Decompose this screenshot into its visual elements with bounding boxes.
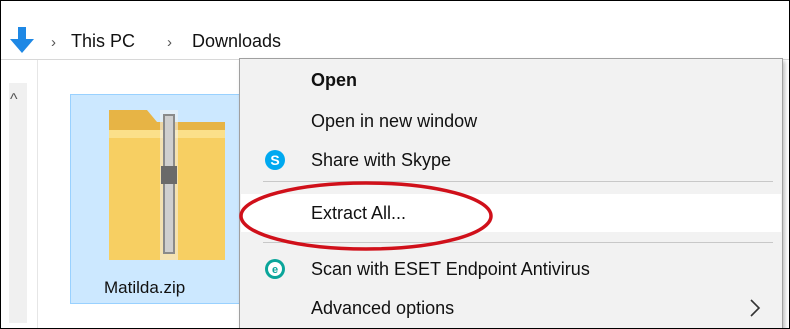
file-name-label: Matilda.zip <box>104 278 186 297</box>
svg-text:e: e <box>272 264 278 276</box>
file-explorer-window: › This PC › Downloads ^ Matilda.zip Open… <box>0 0 790 329</box>
breadcrumb-this-pc[interactable]: This PC <box>71 31 135 52</box>
menu-item-open[interactable]: Open <box>241 61 781 99</box>
svg-text:S: S <box>270 152 279 168</box>
nav-scrollbar[interactable] <box>9 83 27 323</box>
context-menu: Open Open in new window S Share with Sky… <box>239 58 783 328</box>
downloads-arrow-icon[interactable] <box>9 25 35 55</box>
menu-item-label: Share with Skype <box>311 149 452 170</box>
menu-item-label: Extract All... <box>311 202 407 223</box>
zip-folder-icon <box>109 110 225 260</box>
eset-icon: e <box>265 259 285 279</box>
chevron-right-icon <box>750 299 761 317</box>
menu-item-share-skype[interactable]: S Share with Skype <box>241 141 781 179</box>
menu-item-label: Advanced options <box>311 297 455 318</box>
breadcrumb-downloads[interactable]: Downloads <box>192 31 281 52</box>
menu-item-label: Scan with ESET Endpoint Antivirus <box>311 258 590 279</box>
menu-item-label: Open <box>311 69 358 90</box>
breadcrumb-separator-icon: › <box>51 34 56 51</box>
breadcrumb-separator-icon: › <box>167 34 172 51</box>
menu-separator <box>263 181 773 182</box>
menu-item-label: Open in new window <box>311 110 478 131</box>
menu-separator <box>263 242 773 243</box>
menu-item-eset-scan[interactable]: e Scan with ESET Endpoint Antivirus <box>241 250 781 288</box>
breadcrumb: › This PC › Downloads <box>1 1 789 60</box>
menu-item-extract-all[interactable]: Extract All... <box>241 194 781 232</box>
skype-icon: S <box>265 150 285 170</box>
menu-item-open-new-window[interactable]: Open in new window <box>241 102 781 140</box>
scroll-up-icon[interactable]: ^ <box>10 91 18 109</box>
menu-item-advanced-options[interactable]: Advanced options <box>241 289 781 327</box>
